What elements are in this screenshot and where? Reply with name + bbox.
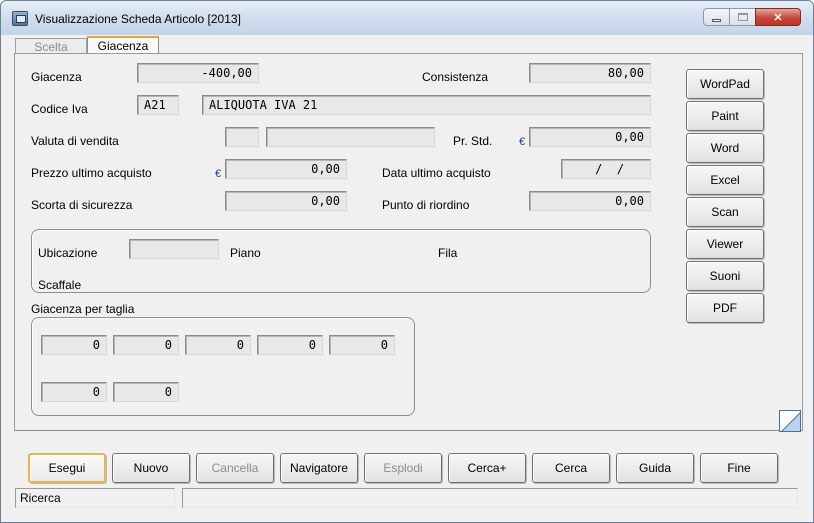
codice-iva-label: Codice Iva: [31, 102, 88, 116]
consistenza-label: Consistenza: [422, 70, 489, 84]
app-icon[interactable]: [12, 11, 28, 26]
wordpad-button[interactable]: WordPad: [686, 69, 764, 99]
esplodi-button[interactable]: Esplodi: [364, 453, 442, 483]
navigatore-button[interactable]: Navigatore: [280, 453, 358, 483]
minimize-icon: [712, 18, 721, 22]
close-button[interactable]: ✕: [755, 8, 801, 26]
prezzo-std-label: Pr. Std.: [453, 134, 493, 148]
paint-button[interactable]: Paint: [686, 101, 764, 131]
taglia-field-5[interactable]: 0: [329, 335, 395, 355]
taglia-field-7[interactable]: 0: [113, 382, 179, 402]
ubicazione-label: Ubicazione: [38, 246, 98, 260]
giacenza-field[interactable]: -400,00: [137, 63, 259, 83]
taglia-field-4[interactable]: 0: [257, 335, 323, 355]
taglia-field-1[interactable]: 0: [41, 335, 107, 355]
cerca-plus-button[interactable]: Cerca+: [448, 453, 526, 483]
data-ultimo-acquisto-label: Data ultimo acquisto: [382, 166, 491, 180]
data-ultimo-acquisto-field[interactable]: / /: [561, 159, 651, 179]
fine-button[interactable]: Fine: [700, 453, 778, 483]
taglia-field-2[interactable]: 0: [113, 335, 179, 355]
scan-button[interactable]: Scan: [686, 197, 764, 227]
minimize-button[interactable]: [703, 8, 730, 26]
close-icon: ✕: [773, 11, 783, 24]
maximize-button[interactable]: [729, 8, 756, 26]
client-area: Scelta Giacenza Giacenza -400,00 Consist…: [8, 35, 807, 516]
viewer-button[interactable]: Viewer: [686, 229, 764, 259]
status-bar-right: [182, 488, 798, 508]
prezzo-ultimo-acquisto-label: Prezzo ultimo acquisto: [31, 166, 152, 180]
giacenza-tab-panel: Giacenza -400,00 Consistenza 80,00 Codic…: [14, 53, 803, 432]
page-corner-icon[interactable]: [779, 410, 801, 432]
punto-riordino-label: Punto di riordino: [382, 198, 470, 212]
window-controls: ✕: [703, 8, 801, 26]
prezzo-std-field[interactable]: 0,00: [529, 127, 651, 147]
giacenza-per-taglia-label: Giacenza per taglia: [31, 302, 135, 316]
consistenza-field[interactable]: 80,00: [529, 63, 651, 83]
scaffale-label: Scaffale: [38, 278, 82, 292]
taglia-field-3[interactable]: 0: [185, 335, 251, 355]
fila-label: Fila: [438, 246, 458, 260]
tab-scelta[interactable]: Scelta: [15, 38, 87, 54]
excel-button[interactable]: Excel: [686, 165, 764, 195]
prezzo-std-euro-icon: €: [519, 136, 526, 148]
prezzo-ultimo-acquisto-euro-icon: €: [215, 168, 222, 180]
word-button[interactable]: Word: [686, 133, 764, 163]
ubicazione-field[interactable]: [129, 239, 219, 259]
title-bar[interactable]: Visualizzazione Scheda Articolo [2013] ✕: [1, 1, 813, 35]
window-title: Visualizzazione Scheda Articolo [2013]: [35, 12, 241, 26]
valuta-vendita-code-field[interactable]: [225, 127, 259, 147]
esegui-button[interactable]: Esegui: [28, 453, 106, 483]
guida-button[interactable]: Guida: [616, 453, 694, 483]
status-bar-left: Ricerca: [15, 488, 175, 508]
cancella-button[interactable]: Cancella: [196, 453, 274, 483]
valuta-vendita-description-field[interactable]: [266, 127, 435, 147]
pdf-button[interactable]: PDF: [686, 293, 764, 323]
codice-iva-code-field[interactable]: A21: [137, 95, 179, 115]
valuta-vendita-label: Valuta di vendita: [31, 134, 119, 148]
piano-label: Piano: [230, 246, 261, 260]
punto-riordino-field[interactable]: 0,00: [529, 191, 651, 211]
taglia-field-6[interactable]: 0: [41, 382, 107, 402]
nuovo-button[interactable]: Nuovo: [112, 453, 190, 483]
codice-iva-description-field[interactable]: ALIQUOTA IVA 21: [202, 95, 651, 115]
ubicazione-group: [31, 229, 651, 293]
application-window: Visualizzazione Scheda Articolo [2013] ✕…: [0, 0, 814, 523]
suoni-button[interactable]: Suoni: [686, 261, 764, 291]
giacenza-label: Giacenza: [31, 70, 82, 84]
scorta-sicurezza-field[interactable]: 0,00: [225, 191, 347, 211]
scorta-sicurezza-label: Scorta di sicurezza: [31, 198, 133, 212]
maximize-icon: [737, 13, 748, 21]
cerca-button[interactable]: Cerca: [532, 453, 610, 483]
prezzo-ultimo-acquisto-field[interactable]: 0,00: [225, 159, 347, 179]
